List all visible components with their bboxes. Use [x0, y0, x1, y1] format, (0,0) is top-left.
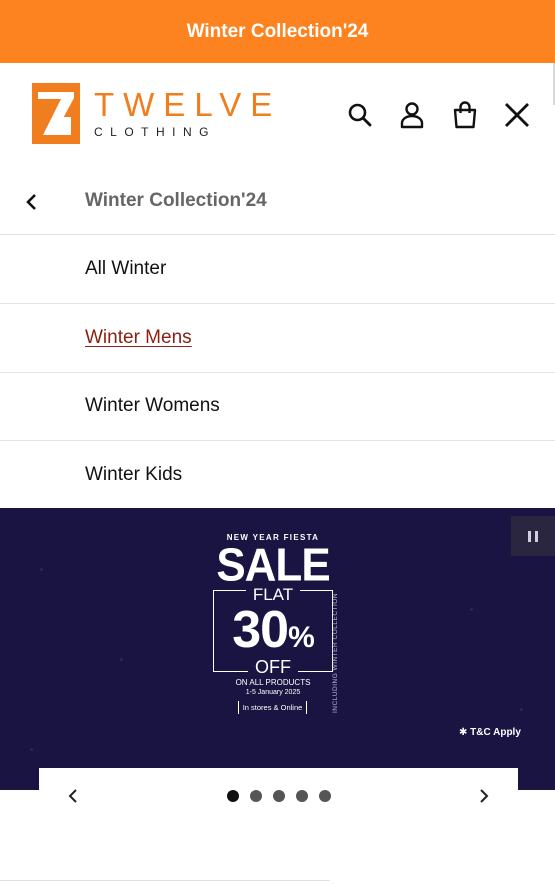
promo-discount-number: 30: [232, 601, 289, 659]
slider-dots: [227, 790, 331, 802]
chevron-left-icon: [68, 789, 77, 803]
menu-item-all-winter[interactable]: All Winter: [0, 235, 555, 304]
menu-item-winter-mens[interactable]: Winter Mens: [0, 304, 555, 373]
pause-icon: [528, 530, 531, 542]
brand-name: TWELVE: [94, 86, 282, 123]
divider: [0, 880, 330, 881]
slider-dot-3[interactable]: [273, 790, 285, 802]
promo-terms: ✱ T&C Apply: [459, 727, 521, 738]
promo-off: OFF: [248, 657, 298, 678]
promo-stores: In stores & Online: [238, 701, 307, 714]
slider-controls: [39, 768, 518, 824]
chevron-right-icon: [480, 789, 489, 803]
close-icon[interactable]: [501, 99, 533, 131]
slider-next-button[interactable]: [470, 782, 498, 810]
promo-side-note: INCLUDING WINTER COLLECTION: [332, 592, 339, 713]
slider-prev-button[interactable]: [59, 782, 87, 810]
slider-dot-1[interactable]: [227, 790, 239, 802]
promo-artwork: NEW YEAR FIESTA SALE FLAT 30% OFF ON ALL…: [0, 508, 555, 790]
submenu-title: Winter Collection'24: [85, 190, 267, 211]
menu-item-label: Winter Mens: [85, 327, 192, 348]
brand-logo[interactable]: TWELVE CLOTHING: [32, 83, 281, 144]
promo-dates: 1-5 January 2025: [245, 689, 301, 696]
brand-subtitle: CLOTHING: [94, 125, 217, 139]
back-button[interactable]: [18, 188, 46, 216]
page: Winter Collection'24 TWELVE CLOTHING Win…: [0, 0, 555, 885]
menu-item-winter-womens[interactable]: Winter Womens: [0, 372, 555, 441]
slider-dot-4[interactable]: [296, 790, 308, 802]
logo-mark-icon: [32, 83, 80, 144]
account-icon[interactable]: [396, 99, 428, 131]
slider-dot-2[interactable]: [250, 790, 262, 802]
announcement-bar[interactable]: Winter Collection'24: [0, 0, 555, 63]
promo-discount-symbol: %: [288, 621, 315, 654]
menu-item-label: Winter Womens: [85, 395, 220, 416]
menu-item-winter-kids[interactable]: Winter Kids: [0, 441, 555, 510]
submenu-header: Winter Collection'24: [0, 166, 555, 235]
menu-item-label: Winter Kids: [85, 464, 183, 485]
announcement-text: Winter Collection'24: [186, 20, 369, 42]
site-header: TWELVE CLOTHING: [0, 63, 555, 173]
bag-icon[interactable]: [449, 99, 481, 131]
promo-all-products: ON ALL PRODUCTS: [235, 678, 311, 687]
promo-banner[interactable]: NEW YEAR FIESTA SALE FLAT 30% OFF ON ALL…: [0, 508, 555, 790]
pause-icon-bar: [535, 530, 538, 542]
search-icon[interactable]: [344, 99, 376, 131]
chevron-left-icon: [26, 194, 36, 210]
menu-item-label: All Winter: [85, 258, 167, 279]
pause-button[interactable]: [511, 516, 555, 556]
slider-dot-5[interactable]: [319, 790, 331, 802]
